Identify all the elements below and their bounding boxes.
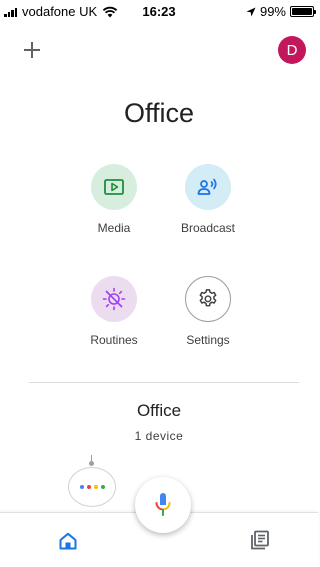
routines-label: Routines bbox=[90, 333, 138, 347]
light-dot-red bbox=[86, 485, 91, 489]
broadcast-icon-circle[interactable] bbox=[185, 164, 231, 210]
settings-button[interactable]: Settings bbox=[158, 276, 258, 347]
feed-icon[interactable] bbox=[250, 530, 270, 550]
broadcast-label: Broadcast bbox=[180, 221, 236, 235]
room-name: Office bbox=[136, 401, 182, 420]
broadcast-button[interactable]: Broadcast bbox=[158, 164, 258, 235]
status-right: 99% bbox=[246, 4, 316, 19]
google-home-mini-device[interactable] bbox=[68, 455, 116, 509]
light-dot-yellow bbox=[93, 485, 98, 489]
speaker-icon[interactable] bbox=[68, 467, 116, 507]
location-arrow-icon bbox=[246, 7, 256, 16]
gear-icon bbox=[199, 289, 217, 307]
broadcast-icon bbox=[197, 178, 217, 195]
add-button[interactable] bbox=[22, 40, 42, 60]
home-icon[interactable] bbox=[58, 531, 78, 551]
media-play-icon bbox=[104, 179, 124, 195]
section-divider bbox=[29, 382, 299, 383]
battery-icon bbox=[290, 6, 316, 17]
routines-sun-icon bbox=[102, 287, 126, 311]
mic-icon bbox=[155, 493, 171, 516]
media-icon-circle[interactable] bbox=[91, 164, 137, 210]
media-label: Media bbox=[97, 221, 131, 235]
device-count: 1 device bbox=[134, 429, 184, 443]
light-dot-green bbox=[100, 485, 105, 489]
media-button[interactable]: Media bbox=[64, 164, 164, 235]
status-bar: vodafone UK 16:23 99% bbox=[0, 0, 318, 22]
settings-icon-circle[interactable] bbox=[185, 276, 231, 322]
mic-button[interactable] bbox=[135, 477, 191, 533]
page-title: Office bbox=[123, 98, 195, 128]
settings-label: Settings bbox=[186, 333, 230, 347]
routines-icon-circle[interactable] bbox=[91, 276, 137, 322]
battery-percent: 99% bbox=[259, 4, 286, 19]
light-dot-blue bbox=[79, 485, 84, 489]
routines-button[interactable]: Routines bbox=[64, 276, 164, 347]
account-avatar[interactable]: D bbox=[278, 36, 306, 64]
device-node bbox=[89, 461, 94, 466]
